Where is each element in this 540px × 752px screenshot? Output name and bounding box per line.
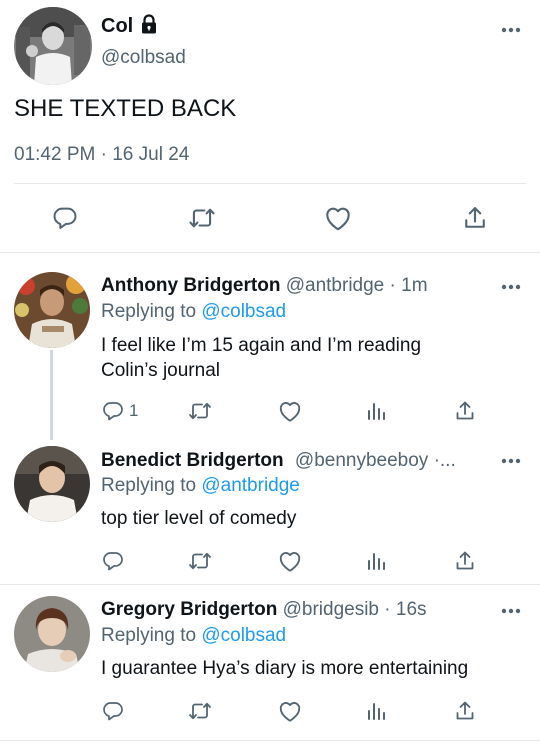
- divider: [0, 584, 540, 585]
- reply-count: 1: [129, 401, 139, 420]
- replying-to-label: Replying to: [101, 301, 197, 322]
- analytics-button[interactable]: [365, 550, 387, 572]
- replying-to-label: Replying to: [101, 625, 197, 646]
- more-icon[interactable]: [500, 25, 522, 35]
- reply-header: Gregory Bridgerton @bridgesib · 16s: [101, 598, 427, 622]
- reply-author-handle[interactable]: @antbridge: [286, 275, 385, 296]
- reply-author-handle[interactable]: @bennybeeboy ·...: [295, 450, 456, 471]
- share-button[interactable]: [461, 204, 489, 232]
- analytics-icon: [368, 703, 385, 720]
- like-button[interactable]: [277, 549, 303, 573]
- avatar-image: [14, 596, 90, 672]
- like-icon: [279, 552, 301, 572]
- analytics-icon: [368, 403, 385, 420]
- retweet-button[interactable]: [187, 549, 213, 573]
- divider: [0, 252, 540, 253]
- avatar-image: [14, 272, 90, 348]
- reply-icon: [103, 702, 123, 721]
- share-button[interactable]: [453, 399, 477, 423]
- retweet-icon: [189, 552, 211, 570]
- reply-author-name[interactable]: Benedict Bridgerton: [101, 450, 284, 471]
- replying-to: Replying to @colbsad: [101, 300, 286, 324]
- reply-author-handle[interactable]: @bridgesib: [283, 599, 379, 620]
- avatar-image: [14, 7, 92, 85]
- reply-text: I feel like I’m 15 again and I’m reading…: [101, 333, 421, 383]
- replying-to: Replying to @colbsad: [101, 624, 286, 648]
- reply-button[interactable]: [101, 699, 125, 723]
- tweet-timestamp[interactable]: 01:42 PM · 16 Jul 24: [14, 143, 189, 167]
- retweet-button[interactable]: [187, 204, 217, 232]
- reply-text-line: Colin’s journal: [101, 360, 220, 381]
- more-icon[interactable]: [500, 456, 522, 466]
- replying-to-link[interactable]: @colbsad: [201, 301, 286, 322]
- divider: [0, 740, 540, 741]
- retweet-icon: [189, 402, 211, 420]
- analytics-button[interactable]: [365, 400, 387, 422]
- more-icon[interactable]: [500, 282, 522, 292]
- reply-text: top tier level of comedy: [101, 508, 297, 529]
- like-icon: [326, 207, 350, 231]
- reply-header: Benedict Bridgerton @bennybeeboy ·...: [101, 449, 456, 473]
- reply-text-line: I feel like I’m 15 again and I’m reading: [101, 335, 422, 356]
- like-icon: [279, 702, 301, 722]
- reply-time[interactable]: · 1m: [390, 275, 428, 296]
- tweet-date: 16 Jul 24: [112, 144, 190, 165]
- retweet-button[interactable]: [187, 699, 213, 723]
- retweet-button[interactable]: [187, 399, 213, 423]
- share-icon: [465, 207, 485, 228]
- timestamp-separator: ·: [100, 144, 107, 165]
- analytics-button[interactable]: [365, 700, 387, 722]
- reply-time[interactable]: · 16s: [384, 599, 426, 620]
- reply-button[interactable]: 1: [101, 399, 138, 423]
- avatar-gregory[interactable]: [14, 596, 90, 672]
- reply-text: I guarantee Hya’s diary is more entertai…: [101, 658, 469, 679]
- reply-icon: [103, 402, 123, 421]
- retweet-icon: [189, 702, 211, 720]
- reply-icon: [103, 552, 123, 571]
- lock-icon: [140, 14, 158, 34]
- reply-button[interactable]: [101, 549, 125, 573]
- share-icon: [456, 701, 474, 720]
- reply-author-name[interactable]: Gregory Bridgerton: [101, 599, 277, 620]
- like-button[interactable]: [277, 699, 303, 723]
- replying-to: Replying to @antbridge: [101, 474, 300, 498]
- analytics-icon: [368, 553, 385, 570]
- replying-to-label: Replying to: [101, 475, 197, 496]
- avatar-image: [14, 446, 90, 522]
- share-icon: [456, 551, 474, 570]
- reply-header: Anthony Bridgerton @antbridge · 1m: [101, 274, 428, 298]
- avatar-anthony[interactable]: [14, 272, 90, 348]
- replying-to-link[interactable]: @antbridge: [201, 475, 300, 496]
- divider: [14, 183, 526, 184]
- share-icon: [456, 401, 474, 420]
- thread-line: [50, 350, 53, 440]
- more-icon[interactable]: [500, 606, 522, 616]
- like-button[interactable]: [277, 399, 303, 423]
- tweet-text: SHE TEXTED BACK: [14, 95, 237, 122]
- reply-button[interactable]: [51, 204, 79, 232]
- like-icon: [279, 402, 301, 422]
- avatar-col[interactable]: [14, 7, 92, 85]
- replying-to-link[interactable]: @colbsad: [201, 625, 286, 646]
- reply-icon: [53, 207, 77, 229]
- author-name[interactable]: Col: [101, 14, 133, 38]
- retweet-icon: [189, 208, 215, 228]
- tweet-time: 01:42 PM: [14, 144, 96, 165]
- share-button[interactable]: [453, 549, 477, 573]
- like-button[interactable]: [323, 204, 353, 232]
- share-button[interactable]: [453, 699, 477, 723]
- reply-author-name[interactable]: Anthony Bridgerton: [101, 275, 280, 296]
- avatar-benedict[interactable]: [14, 446, 90, 522]
- author-handle[interactable]: @colbsad: [101, 46, 186, 70]
